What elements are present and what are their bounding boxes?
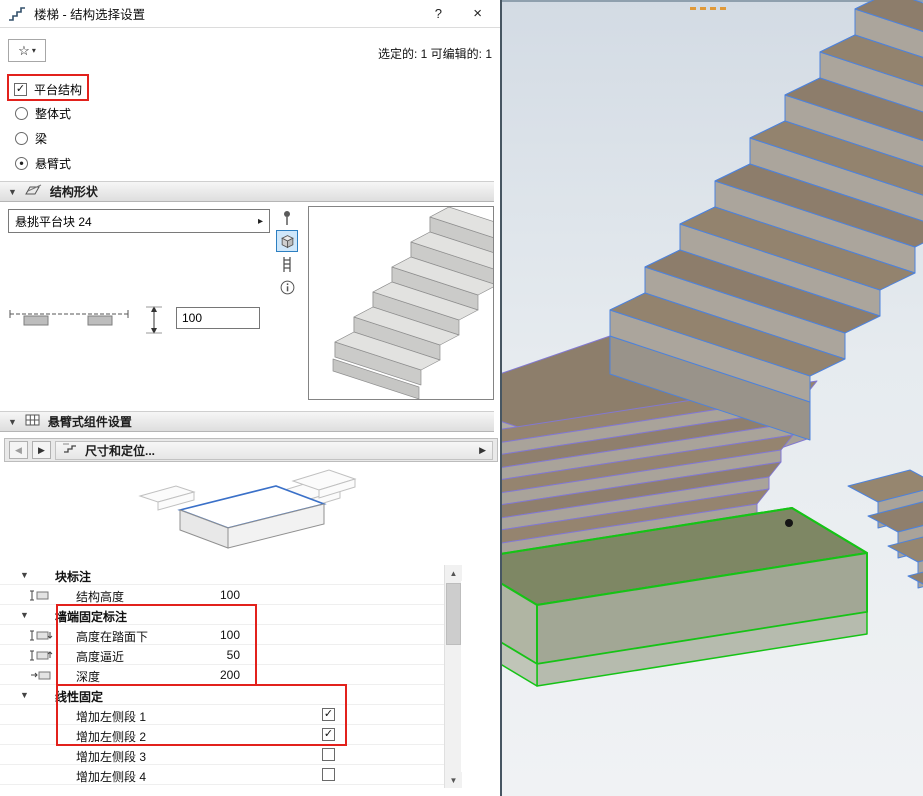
row-label: 结构高度	[76, 588, 124, 605]
group-label: 块标注	[55, 568, 91, 585]
screenshot-root: 楼梯 - 结构选择设置 ? × ☆ ▾ 选定的: 1 可编辑的: 1 ✓ 平台结…	[0, 0, 923, 796]
pin-icon[interactable]	[276, 207, 298, 229]
group-label: 墙端固定标注	[55, 608, 127, 625]
row-value[interactable]: 50	[178, 648, 240, 662]
platform-structure-label: 平台结构	[34, 81, 82, 98]
scrollbar-thumb[interactable]	[446, 583, 461, 645]
next-component-button[interactable]: ▶	[32, 441, 51, 459]
row-label: 增加左侧段 2	[76, 728, 146, 745]
row-checkbox[interactable]: ✓	[322, 708, 335, 721]
scroll-down-button[interactable]: ▼	[445, 772, 462, 788]
radio-cantilever[interactable]: ● 悬臂式	[15, 155, 71, 172]
radio-label: 梁	[35, 130, 47, 147]
height-approach-icon	[28, 649, 54, 665]
nav-label: 尺寸和定位...	[85, 442, 155, 459]
section-header-cantilever-components[interactable]: ▼ 悬臂式组件设置	[0, 411, 494, 432]
help-button[interactable]: ?	[429, 4, 448, 23]
hotspot-dot[interactable]	[785, 519, 793, 527]
cube-3d-view-icon[interactable]	[276, 230, 298, 252]
component-navbar: ◀ ▶ 尺寸和定位... ▶	[4, 438, 498, 462]
check-mark: ✓	[324, 729, 333, 740]
section-title: 结构形状	[50, 183, 98, 200]
row-value[interactable]: 100	[178, 628, 240, 642]
table-group-block-annotation[interactable]: ▼ 块标注	[0, 565, 444, 585]
table-row-height-approach[interactable]: 高度逼近 50	[0, 645, 444, 665]
chevron-down-icon: ▾	[32, 46, 36, 55]
3d-viewport[interactable]	[502, 0, 923, 796]
table-row-add-left-segment-4[interactable]: 增加左侧段 4	[0, 765, 444, 785]
row-value[interactable]: 200	[178, 668, 240, 682]
stair-settings-dialog: 楼梯 - 结构选择设置 ? × ☆ ▾ 选定的: 1 可编辑的: 1 ✓ 平台结…	[0, 0, 502, 796]
structure-type-dropdown[interactable]: 悬挑平台块 24 ▸	[8, 209, 270, 233]
row-label: 高度逼近	[76, 648, 124, 665]
radio-dot: ●	[19, 159, 24, 167]
favorites-button[interactable]: ☆ ▾	[8, 39, 46, 62]
row-label: 增加左侧段 1	[76, 708, 146, 725]
group-label: 线性固定	[55, 688, 103, 705]
radio-monolithic[interactable]: 整体式	[15, 105, 71, 122]
expand-arrow-icon: ▶	[479, 445, 486, 456]
platform-structure-checkbox[interactable]: ✓	[14, 83, 27, 96]
previous-component-button[interactable]: ◀	[9, 441, 28, 459]
collapse-triangle-icon[interactable]: ▼	[8, 417, 17, 427]
dialog-title: 楼梯 - 结构选择设置	[34, 4, 145, 23]
row-checkbox[interactable]	[322, 768, 335, 781]
height-dimension-diagram	[8, 303, 170, 342]
table-row-height-under-tread[interactable]: 高度在踏面下 100	[0, 625, 444, 645]
dropdown-value: 悬挑平台块 24	[15, 213, 258, 230]
selection-info: 选定的: 1 可编辑的: 1	[378, 45, 492, 62]
row-label: 增加左侧段 3	[76, 748, 146, 765]
info-icon[interactable]	[276, 276, 298, 298]
radio-circle[interactable]: ●	[15, 157, 28, 170]
row-label: 高度在踏面下	[76, 628, 148, 645]
structure-height-input[interactable]	[176, 307, 260, 329]
structure-height-icon	[28, 589, 54, 605]
row-label: 深度	[76, 668, 100, 685]
section-ladder-icon[interactable]	[276, 253, 298, 275]
radio-beam[interactable]: 梁	[15, 130, 47, 147]
row-value[interactable]: 100	[178, 588, 240, 602]
scheme-icon	[25, 183, 42, 201]
platform-structure-checkbox-row[interactable]: ✓ 平台结构	[14, 81, 82, 98]
table-row-add-left-segment-3[interactable]: 增加左侧段 3	[0, 745, 444, 765]
table-scrollbar[interactable]: ▲ ▼	[444, 565, 461, 788]
close-button[interactable]: ×	[465, 4, 490, 23]
radio-label: 整体式	[35, 105, 71, 122]
stair-icon	[8, 7, 26, 21]
star-icon: ☆	[18, 43, 30, 59]
table-row-add-left-segment-2[interactable]: 增加左侧段 2 ✓	[0, 725, 444, 745]
collapse-triangle-icon[interactable]: ▼	[8, 187, 17, 197]
radio-circle[interactable]	[15, 107, 28, 120]
radio-label: 悬臂式	[35, 155, 71, 172]
table-row-depth[interactable]: 深度 200	[0, 665, 444, 685]
component-sketch	[128, 462, 358, 567]
row-label: 增加左侧段 4	[76, 768, 146, 785]
row-checkbox[interactable]: ✓	[322, 728, 335, 741]
section-header-structure-shape[interactable]: ▼ 结构形状	[0, 181, 494, 202]
scroll-up-button[interactable]: ▲	[445, 565, 462, 581]
table-row-structure-height[interactable]: 结构高度 100	[0, 585, 444, 605]
parameter-table: ▼ 块标注 结构高度 100 ▼ 墙端固定标注 高度在踏面下 100	[0, 565, 444, 785]
collapse-triangle-icon[interactable]: ▼	[20, 610, 29, 620]
dialog-toolbar: ☆ ▾ 选定的: 1 可编辑的: 1	[0, 28, 500, 66]
check-mark: ✓	[16, 84, 25, 95]
section-title: 悬臂式组件设置	[48, 413, 132, 430]
preview-mode-strip	[276, 206, 302, 299]
depth-icon	[28, 669, 54, 685]
collapse-triangle-icon[interactable]: ▼	[20, 690, 29, 700]
structure-preview-image	[308, 206, 494, 400]
dialog-titlebar[interactable]: 楼梯 - 结构选择设置 ? ×	[0, 0, 500, 28]
table-group-linear-fixing[interactable]: ▼ 线性固定	[0, 685, 444, 705]
ruler-icon	[62, 441, 78, 459]
collapse-triangle-icon[interactable]: ▼	[20, 570, 29, 580]
radio-circle[interactable]	[15, 132, 28, 145]
height-under-tread-icon	[28, 629, 54, 645]
check-mark: ✓	[324, 709, 333, 720]
grid-icon	[25, 413, 40, 431]
table-row-add-left-segment-1[interactable]: 增加左侧段 1 ✓	[0, 705, 444, 725]
row-checkbox[interactable]	[322, 748, 335, 761]
geometry-positioning-button[interactable]: 尺寸和定位... ▶	[55, 441, 493, 460]
dropdown-arrow-icon: ▸	[258, 216, 263, 227]
table-group-wall-end-fixing[interactable]: ▼ 墙端固定标注	[0, 605, 444, 625]
